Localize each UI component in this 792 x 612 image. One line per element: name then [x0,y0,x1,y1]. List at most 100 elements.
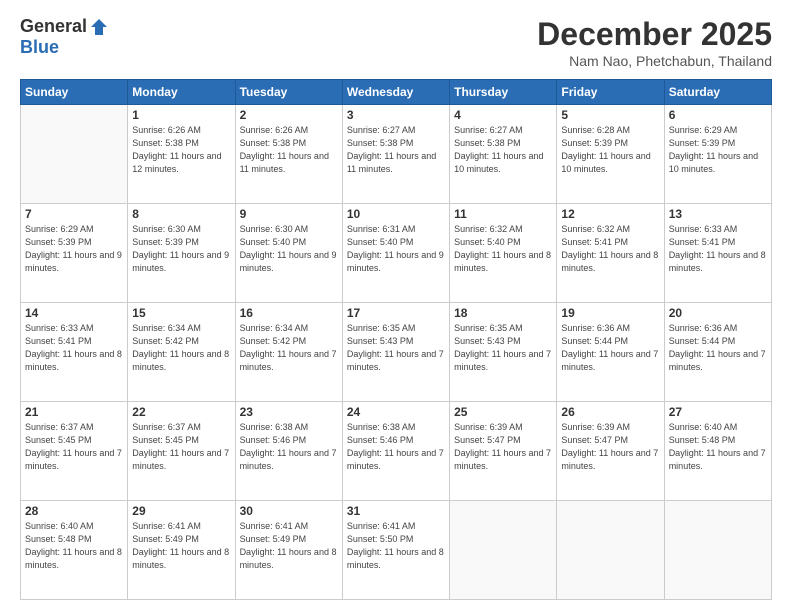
calendar-header-thursday: Thursday [450,80,557,105]
calendar-cell: 16 Sunrise: 6:34 AMSunset: 5:42 PMDayligh… [235,303,342,402]
day-info: Sunrise: 6:36 AMSunset: 5:44 PMDaylight:… [561,322,659,374]
day-number: 24 [347,405,445,419]
calendar-cell: 15 Sunrise: 6:34 AMSunset: 5:42 PMDayligh… [128,303,235,402]
day-info: Sunrise: 6:34 AMSunset: 5:42 PMDaylight:… [240,322,338,374]
day-info: Sunrise: 6:29 AMSunset: 5:39 PMDaylight:… [25,223,123,275]
day-number: 16 [240,306,338,320]
day-info: Sunrise: 6:30 AMSunset: 5:40 PMDaylight:… [240,223,338,275]
calendar-cell: 19 Sunrise: 6:36 AMSunset: 5:44 PMDayligh… [557,303,664,402]
day-info: Sunrise: 6:31 AMSunset: 5:40 PMDaylight:… [347,223,445,275]
calendar-cell: 13Sunrise: 6:33 AMSunset: 5:41 PMDayligh… [664,204,771,303]
day-number: 29 [132,504,230,518]
calendar-cell: 31 Sunrise: 6:41 AMSunset: 5:50 PMDayligh… [342,501,449,600]
calendar-cell [557,501,664,600]
location-text: Nam Nao, Phetchabun, Thailand [537,53,772,69]
day-info: Sunrise: 6:26 AMSunset: 5:38 PMDaylight:… [132,124,230,176]
day-info: Sunrise: 6:38 AMSunset: 5:46 PMDaylight:… [240,421,338,473]
day-number: 3 [347,108,445,122]
day-number: 12 [561,207,659,221]
month-title: December 2025 [537,16,772,53]
logo-general-text: General [20,16,87,37]
calendar-cell: 8Sunrise: 6:30 AMSunset: 5:39 PMDaylight… [128,204,235,303]
calendar-cell: 12 Sunrise: 6:32 AMSunset: 5:41 PMDayligh… [557,204,664,303]
day-number: 23 [240,405,338,419]
day-info: Sunrise: 6:41 AMSunset: 5:49 PMDaylight:… [132,520,230,572]
calendar-header-sunday: Sunday [21,80,128,105]
logo-icon [89,17,109,37]
day-info: Sunrise: 6:27 AMSunset: 5:38 PMDaylight:… [347,124,445,176]
day-number: 19 [561,306,659,320]
day-info: Sunrise: 6:39 AMSunset: 5:47 PMDaylight:… [561,421,659,473]
day-info: Sunrise: 6:27 AMSunset: 5:38 PMDaylight:… [454,124,552,176]
day-info: Sunrise: 6:32 AMSunset: 5:41 PMDaylight:… [561,223,659,275]
title-block: December 2025 Nam Nao, Phetchabun, Thail… [537,16,772,69]
day-number: 30 [240,504,338,518]
day-info: Sunrise: 6:33 AMSunset: 5:41 PMDaylight:… [25,322,123,374]
day-info: Sunrise: 6:41 AMSunset: 5:50 PMDaylight:… [347,520,445,572]
day-info: Sunrise: 6:40 AMSunset: 5:48 PMDaylight:… [25,520,123,572]
day-info: Sunrise: 6:28 AMSunset: 5:39 PMDaylight:… [561,124,659,176]
calendar-cell: 29 Sunrise: 6:41 AMSunset: 5:49 PMDayligh… [128,501,235,600]
day-number: 8 [132,207,230,221]
calendar-cell: 26 Sunrise: 6:39 AMSunset: 5:47 PMDayligh… [557,402,664,501]
calendar-header-wednesday: Wednesday [342,80,449,105]
calendar-cell: 1Sunrise: 6:26 AMSunset: 5:38 PMDaylight… [128,105,235,204]
day-number: 5 [561,108,659,122]
day-number: 15 [132,306,230,320]
day-number: 4 [454,108,552,122]
day-info: Sunrise: 6:34 AMSunset: 5:42 PMDaylight:… [132,322,230,374]
calendar-week-row: 14 Sunrise: 6:33 AMSunset: 5:41 PMDayligh… [21,303,772,402]
day-number: 10 [347,207,445,221]
logo-blue-text: Blue [20,37,59,58]
calendar-cell [450,501,557,600]
page: General Blue December 2025 Nam Nao, Phet… [0,0,792,612]
day-info: Sunrise: 6:39 AMSunset: 5:47 PMDaylight:… [454,421,552,473]
day-number: 28 [25,504,123,518]
day-number: 25 [454,405,552,419]
calendar-cell: 7 Sunrise: 6:29 AMSunset: 5:39 PMDaylight… [21,204,128,303]
day-number: 6 [669,108,767,122]
day-number: 11 [454,207,552,221]
day-info: Sunrise: 6:35 AMSunset: 5:43 PMDaylight:… [347,322,445,374]
calendar-cell: 14 Sunrise: 6:33 AMSunset: 5:41 PMDayligh… [21,303,128,402]
day-number: 20 [669,306,767,320]
calendar-header-saturday: Saturday [664,80,771,105]
day-info: Sunrise: 6:29 AMSunset: 5:39 PMDaylight:… [669,124,767,176]
day-info: Sunrise: 6:38 AMSunset: 5:46 PMDaylight:… [347,421,445,473]
day-number: 2 [240,108,338,122]
calendar-cell: 6 Sunrise: 6:29 AMSunset: 5:39 PMDaylight… [664,105,771,204]
calendar-week-row: 28 Sunrise: 6:40 AMSunset: 5:48 PMDayligh… [21,501,772,600]
calendar-week-row: 1Sunrise: 6:26 AMSunset: 5:38 PMDaylight… [21,105,772,204]
day-info: Sunrise: 6:37 AMSunset: 5:45 PMDaylight:… [25,421,123,473]
calendar-cell: 30 Sunrise: 6:41 AMSunset: 5:49 PMDayligh… [235,501,342,600]
calendar-cell [664,501,771,600]
calendar-cell: 18Sunrise: 6:35 AMSunset: 5:43 PMDayligh… [450,303,557,402]
day-number: 7 [25,207,123,221]
calendar-cell: 3 Sunrise: 6:27 AMSunset: 5:38 PMDaylight… [342,105,449,204]
calendar-cell: 11Sunrise: 6:32 AMSunset: 5:40 PMDayligh… [450,204,557,303]
calendar-header-row: SundayMondayTuesdayWednesdayThursdayFrid… [21,80,772,105]
calendar-cell: 2Sunrise: 6:26 AMSunset: 5:38 PMDaylight… [235,105,342,204]
calendar-header-monday: Monday [128,80,235,105]
day-info: Sunrise: 6:41 AMSunset: 5:49 PMDaylight:… [240,520,338,572]
calendar-cell: 21 Sunrise: 6:37 AMSunset: 5:45 PMDayligh… [21,402,128,501]
calendar-cell: 25 Sunrise: 6:39 AMSunset: 5:47 PMDayligh… [450,402,557,501]
calendar-table: SundayMondayTuesdayWednesdayThursdayFrid… [20,79,772,600]
day-info: Sunrise: 6:33 AMSunset: 5:41 PMDaylight:… [669,223,767,275]
calendar-cell [21,105,128,204]
day-number: 14 [25,306,123,320]
logo: General Blue [20,16,109,58]
header: General Blue December 2025 Nam Nao, Phet… [20,16,772,69]
calendar-cell: 5 Sunrise: 6:28 AMSunset: 5:39 PMDaylight… [557,105,664,204]
calendar-header-friday: Friday [557,80,664,105]
day-number: 31 [347,504,445,518]
day-info: Sunrise: 6:37 AMSunset: 5:45 PMDaylight:… [132,421,230,473]
day-number: 18 [454,306,552,320]
calendar-cell: 20Sunrise: 6:36 AMSunset: 5:44 PMDayligh… [664,303,771,402]
day-number: 26 [561,405,659,419]
calendar-week-row: 21 Sunrise: 6:37 AMSunset: 5:45 PMDayligh… [21,402,772,501]
calendar-cell: 27Sunrise: 6:40 AMSunset: 5:48 PMDayligh… [664,402,771,501]
calendar-cell: 28 Sunrise: 6:40 AMSunset: 5:48 PMDayligh… [21,501,128,600]
calendar-week-row: 7 Sunrise: 6:29 AMSunset: 5:39 PMDaylight… [21,204,772,303]
day-number: 21 [25,405,123,419]
